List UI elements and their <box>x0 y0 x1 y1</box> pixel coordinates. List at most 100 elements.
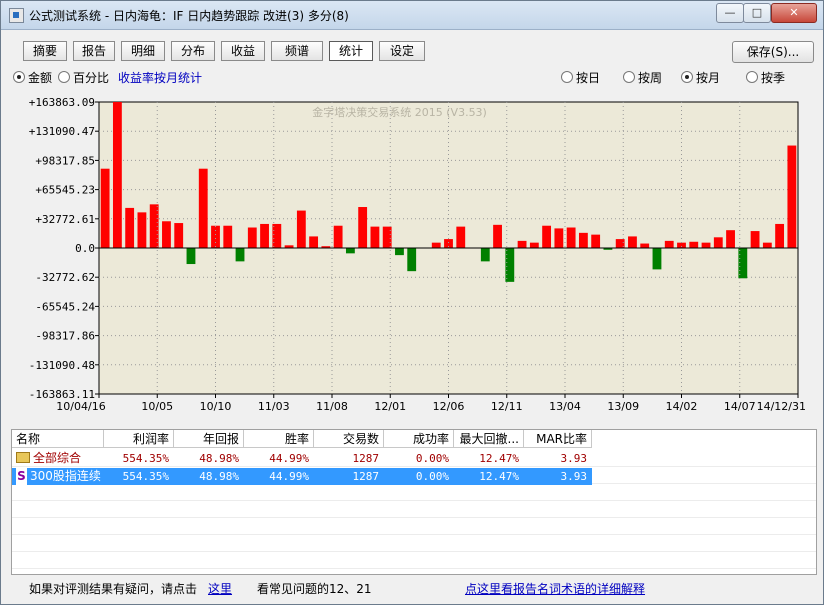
x-tick-label: 10/05 <box>141 400 173 413</box>
row-profit: 554.35% <box>122 452 169 465</box>
bar-positive <box>701 242 711 248</box>
monthly-returns-link[interactable]: 收益率按月统计 <box>118 69 202 86</box>
tab-spectrum[interactable]: 频谱 <box>271 41 323 61</box>
row-name-cell: S 300股指连续 <box>12 468 104 485</box>
bar-negative <box>505 247 515 282</box>
bar-positive <box>591 234 601 248</box>
tab-summary[interactable]: 摘要 <box>23 41 67 61</box>
col-annual[interactable]: 年回报 <box>174 430 244 448</box>
radio-by-week[interactable]: 按周 <box>623 69 662 86</box>
radio-by-week-indicator[interactable] <box>623 71 635 83</box>
minimize-button[interactable]: — <box>716 3 744 23</box>
row-drawdown: 12.47% <box>479 470 519 483</box>
row-name: 全部综合 <box>33 451 82 465</box>
table-row[interactable]: S 300股指连续 554.35% 48.98% 44.99% 1287 0.00… <box>12 468 592 485</box>
status-bar: 如果对评测结果有疑问，请点击 这里 看常见问题的12、21 点这里看报告名词术语… <box>1 578 823 600</box>
row-mar: 3.93 <box>560 452 588 465</box>
tab-report[interactable]: 报告 <box>73 41 115 61</box>
app-icon <box>9 8 24 23</box>
tab-statistics[interactable]: 统计 <box>329 41 373 61</box>
close-button[interactable]: ✕ <box>771 3 817 23</box>
radio-amount[interactable]: 金额 <box>13 69 52 86</box>
bar-positive <box>517 240 527 248</box>
y-tick-label: +98317.85 <box>35 154 95 167</box>
bar-positive <box>628 236 637 248</box>
table-gridline <box>12 517 816 518</box>
bar-positive <box>726 230 735 248</box>
bar-negative <box>652 247 662 270</box>
bar-positive <box>578 232 588 248</box>
window-title: 公式测试系统 - 日内海龟：IF 日内趋势跟踪 改进(3) 多分(8) <box>29 9 349 23</box>
glossary-link[interactable]: 点这里看报告名词术语的详细解释 <box>465 580 645 597</box>
tab-returns[interactable]: 收益 <box>221 41 265 61</box>
row-name: 300股指连续 <box>30 469 101 483</box>
row-success: 0.00% <box>415 452 449 465</box>
radio-percent-label: 百分比 <box>73 71 110 85</box>
col-mar[interactable]: MAR比率 <box>524 430 592 448</box>
returns-chart-svg: +163863.09 +131090.47 +98317.85 +65545.23 +3… <box>11 89 815 419</box>
bar-positive <box>677 242 686 248</box>
x-tick-label: 14/12/31 <box>757 400 806 413</box>
bar-positive <box>664 240 674 248</box>
tab-detail[interactable]: 明细 <box>121 41 165 61</box>
col-name[interactable]: 名称 <box>12 430 104 448</box>
col-success[interactable]: 成功率 <box>384 430 454 448</box>
col-drawdown[interactable]: 最大回撤... <box>454 430 524 448</box>
results-table[interactable]: 名称 利润率 年回报 胜率 交易数 成功率 最大回撤... MAR比率 全部综合… <box>11 429 817 575</box>
tab-distribution[interactable]: 分布 <box>171 41 215 61</box>
radio-by-day-indicator[interactable] <box>561 71 573 83</box>
bar-positive <box>125 207 135 248</box>
tab-settings[interactable]: 设定 <box>379 41 425 61</box>
symbol-icon: S <box>16 468 27 485</box>
y-tick-label: -98317.86 <box>35 330 95 343</box>
radio-by-day-label: 按日 <box>576 71 601 85</box>
table-row[interactable]: 全部综合 554.35% 48.98% 44.99% 1287 0.00% 12… <box>12 450 592 467</box>
bar-positive <box>137 212 147 248</box>
maximize-button[interactable]: □ <box>743 3 771 23</box>
x-tick-label: 11/03 <box>258 400 290 413</box>
radio-by-quarter[interactable]: 按季 <box>746 69 785 86</box>
here-link[interactable]: 这里 <box>208 580 232 597</box>
table-header: 名称 利润率 年回报 胜率 交易数 成功率 最大回撤... MAR比率 <box>12 430 602 449</box>
radio-percent-indicator[interactable] <box>58 71 70 83</box>
radio-by-quarter-indicator[interactable] <box>746 71 758 83</box>
x-tick-label: 13/04 <box>549 400 581 413</box>
x-tick-label: 14/02 <box>666 400 698 413</box>
bar-positive <box>309 236 319 248</box>
bar-positive <box>174 223 184 248</box>
row-trades: 1287 <box>352 470 380 483</box>
radio-by-month-indicator[interactable] <box>681 71 693 83</box>
row-win-rate: 44.99% <box>269 452 309 465</box>
bar-positive <box>162 221 171 248</box>
y-tick-label: -32772.62 <box>35 271 95 284</box>
x-tick-label: 10/10 <box>200 400 232 413</box>
bar-positive <box>640 243 650 248</box>
bar-positive <box>260 223 269 248</box>
x-tick-label: 10/04/16 <box>56 400 105 413</box>
status-faq: 看常见问题的12、21 <box>257 582 372 596</box>
bar-positive <box>112 102 122 248</box>
bar-negative <box>480 247 490 262</box>
table-gridline <box>12 568 816 569</box>
bar-positive <box>370 226 380 248</box>
radio-by-day[interactable]: 按日 <box>561 69 600 86</box>
col-trades[interactable]: 交易数 <box>314 430 384 448</box>
bar-negative <box>235 247 245 262</box>
save-button[interactable]: 保存(S)... <box>732 41 814 63</box>
y-tick-label: +65545.23 <box>35 184 95 197</box>
bar-positive <box>333 225 343 248</box>
y-tick-label: -65545.24 <box>35 300 95 313</box>
bar-positive <box>750 231 760 248</box>
table-gridline <box>12 534 816 535</box>
bar-positive <box>296 210 306 248</box>
col-win-rate[interactable]: 胜率 <box>244 430 314 448</box>
col-profit[interactable]: 利润率 <box>104 430 174 448</box>
radio-by-month[interactable]: 按月 <box>681 69 720 86</box>
y-tick-label: +32772.61 <box>35 213 95 226</box>
bar-negative <box>345 247 355 254</box>
radio-amount-indicator[interactable] <box>13 71 25 83</box>
radio-percent[interactable]: 百分比 <box>58 69 109 86</box>
returns-chart[interactable]: +163863.09 +131090.47 +98317.85 +65545.23 +3… <box>11 89 815 419</box>
radio-by-week-label: 按周 <box>638 71 663 85</box>
title-bar[interactable]: 公式测试系统 - 日内海龟：IF 日内趋势跟踪 改进(3) 多分(8) — □ … <box>1 1 823 30</box>
